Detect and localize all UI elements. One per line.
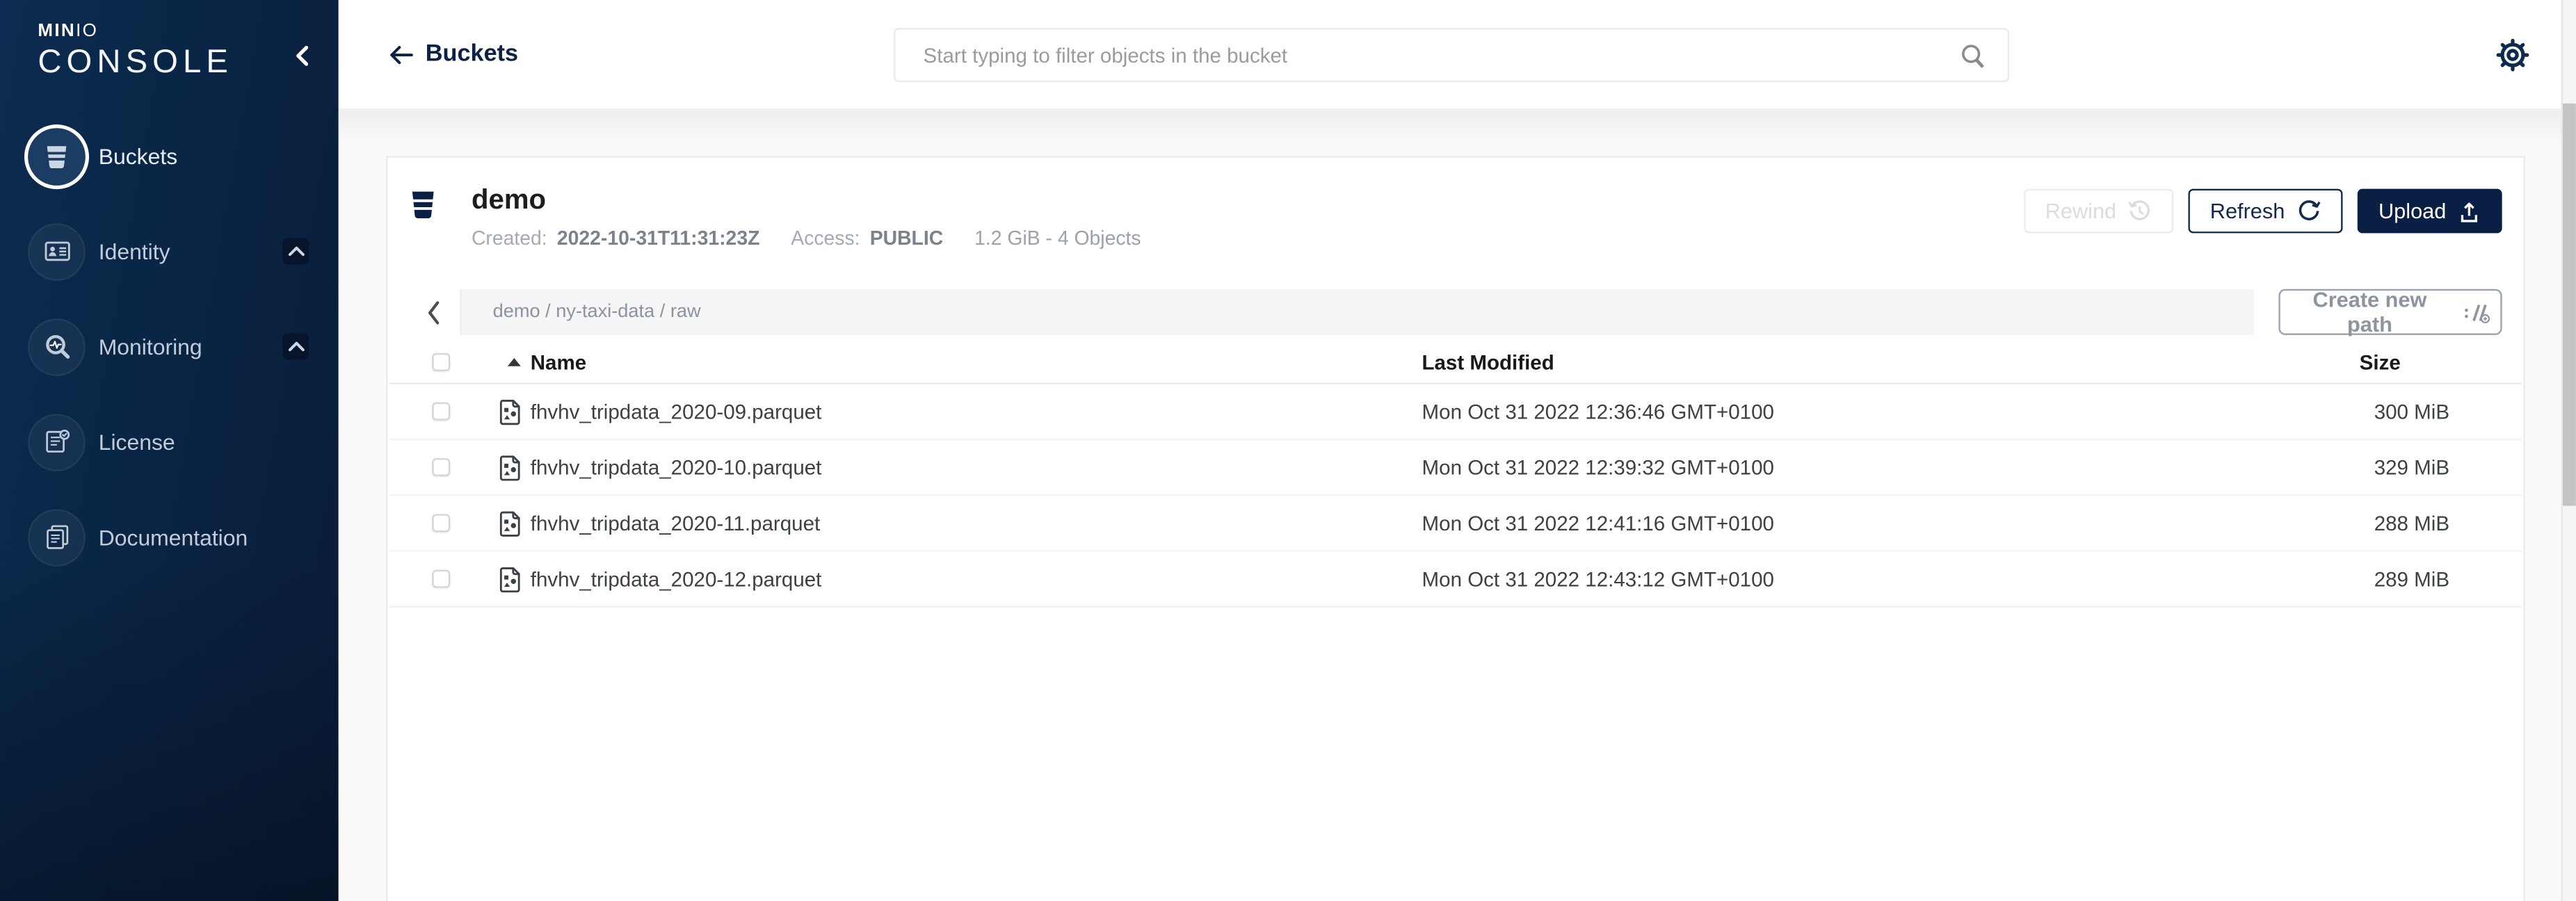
object-size: 289 MiB	[2237, 567, 2522, 590]
path-back-chevron-icon[interactable]	[408, 289, 462, 335]
column-header-last-modified[interactable]: Last Modified	[1422, 350, 2236, 373]
bucket-panel: demo Created: 2022-10-31T11:31:23Z Acces…	[386, 156, 2525, 901]
sidebar-item-identity[interactable]: Identity	[28, 215, 338, 287]
object-file-icon	[499, 510, 521, 536]
created-label: Created:	[472, 226, 547, 249]
back-to-buckets[interactable]: Buckets	[386, 41, 518, 67]
topbar-title[interactable]: Buckets	[426, 41, 518, 67]
table-body: fhvhv_tripdata_2020-09.parquet Mon Oct 3…	[389, 384, 2522, 608]
bucket-actions: Rewind Refresh	[2024, 189, 2502, 234]
bucket-icon	[408, 187, 439, 223]
sidebar-item-buckets[interactable]: Buckets	[28, 120, 338, 192]
object-name[interactable]: fhvhv_tripdata_2020-12.parquet	[531, 567, 822, 590]
column-header-name[interactable]: Name	[531, 350, 586, 373]
object-file-icon	[499, 454, 521, 480]
objects-table: Name Last Modified Size fhvhv_tripdata_2…	[389, 341, 2522, 608]
filter-objects-input[interactable]	[920, 42, 1960, 68]
object-last-modified: Mon Oct 31 2022 12:39:32 GMT+0100	[1422, 456, 2237, 479]
bucket-header: demo Created: 2022-10-31T11:31:23Z Acces…	[387, 158, 2523, 249]
path-breadcrumb-bar: demo / ny-taxi-data / raw	[408, 289, 2254, 335]
minio-console-window: MINIO CONSOLE Buckets	[0, 0, 2576, 901]
object-last-modified: Mon Oct 31 2022 12:36:46 GMT+0100	[1422, 400, 2237, 423]
monitoring-icon	[28, 318, 86, 375]
logo-minio: MINIO	[38, 23, 233, 41]
column-header-size[interactable]: Size	[2237, 350, 2522, 373]
sidebar-item-license[interactable]: License	[28, 405, 338, 478]
bucket-name-title: demo	[472, 184, 1141, 216]
row-checkbox[interactable]	[432, 403, 450, 421]
table-row[interactable]: fhvhv_tripdata_2020-12.parquet Mon Oct 3…	[389, 552, 2522, 608]
filter-objects-search	[894, 28, 2009, 82]
bucket-meta: Created: 2022-10-31T11:31:23Z Access: PU…	[472, 226, 1141, 249]
sidebar: MINIO CONSOLE Buckets	[0, 0, 339, 901]
table-row[interactable]: fhvhv_tripdata_2020-09.parquet Mon Oct 3…	[389, 384, 2522, 440]
sidebar-item-label: Buckets	[99, 144, 177, 168]
sidebar-item-label: Monitoring	[99, 334, 202, 359]
bucket-icon	[28, 127, 86, 185]
object-name[interactable]: fhvhv_tripdata_2020-11.parquet	[531, 512, 820, 535]
path-row: demo / ny-taxi-data / raw Create new pat…	[408, 289, 2502, 335]
object-last-modified: Mon Oct 31 2022 12:41:16 GMT+0100	[1422, 512, 2237, 535]
table-row[interactable]: fhvhv_tripdata_2020-10.parquet Mon Oct 3…	[389, 440, 2522, 496]
object-file-icon	[499, 398, 521, 425]
upload-icon	[2458, 200, 2481, 222]
create-path-icon	[2463, 300, 2490, 324]
search-icon	[1960, 42, 1986, 68]
sidebar-item-documentation[interactable]: Documentation	[28, 501, 338, 573]
license-icon	[28, 413, 86, 471]
minio-console-logo: MINIO CONSOLE	[38, 23, 233, 79]
object-name[interactable]: fhvhv_tripdata_2020-09.parquet	[531, 400, 822, 423]
rewind-button[interactable]: Rewind	[2024, 189, 2174, 234]
refresh-button[interactable]: Refresh	[2189, 189, 2342, 234]
object-file-icon	[499, 566, 521, 592]
object-last-modified: Mon Oct 31 2022 12:43:12 GMT+0100	[1422, 567, 2237, 590]
table-header-row: Name Last Modified Size	[389, 341, 2522, 384]
sidebar-nav: Buckets Identity	[0, 120, 339, 573]
upload-button[interactable]: Upload	[2357, 189, 2502, 234]
object-size: 288 MiB	[2237, 512, 2522, 535]
table-row[interactable]: fhvhv_tripdata_2020-11.parquet Mon Oct 3…	[389, 496, 2522, 551]
chevron-up-icon[interactable]	[282, 238, 309, 265]
object-size: 329 MiB	[2237, 456, 2522, 479]
rewind-icon	[2128, 199, 2152, 223]
select-all-checkbox[interactable]	[432, 353, 450, 371]
logo-console: CONSOLE	[38, 46, 233, 79]
object-name[interactable]: fhvhv_tripdata_2020-10.parquet	[531, 456, 822, 479]
sidebar-item-label: Identity	[99, 239, 170, 263]
row-checkbox[interactable]	[432, 514, 450, 532]
row-checkbox[interactable]	[432, 458, 450, 476]
vertical-scrollbar[interactable]	[2561, 0, 2576, 901]
documentation-icon	[28, 508, 86, 566]
create-new-path-button[interactable]: Create new path	[2278, 289, 2502, 335]
created-value: 2022-10-31T11:31:23Z	[557, 226, 760, 249]
sort-asc-icon[interactable]	[508, 358, 521, 366]
sidebar-item-label: License	[99, 430, 175, 454]
chevron-up-icon[interactable]	[282, 334, 309, 360]
breadcrumb[interactable]: demo / ny-taxi-data / raw	[462, 289, 701, 335]
object-size: 300 MiB	[2237, 400, 2522, 423]
identity-card-icon	[28, 222, 86, 280]
sidebar-collapse-icon[interactable]	[291, 42, 314, 69]
scrollbar-thumb[interactable]	[2563, 104, 2576, 506]
access-label: Access:	[791, 226, 860, 249]
topbar: Buckets	[339, 0, 2576, 110]
refresh-icon	[2296, 199, 2321, 223]
bucket-size-summary: 1.2 GiB - 4 Objects	[974, 226, 1141, 249]
content-area: demo Created: 2022-10-31T11:31:23Z Acces…	[339, 110, 2576, 901]
row-checkbox[interactable]	[432, 570, 450, 588]
sidebar-item-label: Documentation	[99, 525, 248, 549]
back-arrow-icon[interactable]	[386, 42, 414, 66]
access-value: PUBLIC	[870, 226, 944, 249]
sidebar-item-monitoring[interactable]: Monitoring	[28, 310, 338, 382]
settings-gear-icon[interactable]	[2494, 36, 2531, 74]
